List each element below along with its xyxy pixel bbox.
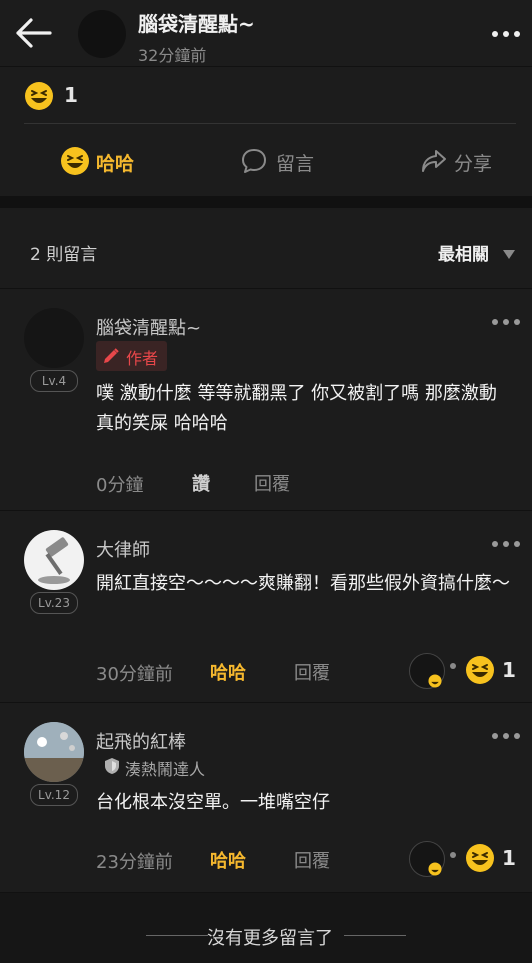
divider <box>146 935 208 936</box>
section-separator <box>0 196 532 208</box>
reply-button[interactable]: 回覆 <box>294 659 330 685</box>
laughing-emoji-icon[interactable] <box>465 655 495 685</box>
reaction-count[interactable]: 1 <box>502 658 516 682</box>
haha-button[interactable]: 哈哈 <box>210 847 246 873</box>
level-badge: Lv.12 <box>30 784 78 806</box>
laughing-emoji-icon <box>428 861 442 876</box>
comment-item <box>0 512 532 703</box>
sort-caret-icon[interactable] <box>503 245 515 259</box>
more-icon[interactable] <box>490 726 522 746</box>
comment-time: 0分鐘 <box>96 475 144 496</box>
comment-time: 30分鐘前 <box>96 664 173 685</box>
avatar[interactable] <box>24 530 84 590</box>
avatar[interactable] <box>24 722 84 782</box>
like-button[interactable]: 讚 <box>192 470 210 496</box>
more-icon[interactable] <box>490 24 522 44</box>
author-badge: 作者 <box>96 341 167 371</box>
back-arrow-icon[interactable] <box>14 16 54 50</box>
level-badge: Lv.23 <box>30 592 78 614</box>
comment-bubble-icon[interactable] <box>240 147 268 175</box>
more-icon[interactable] <box>490 534 522 554</box>
laughing-emoji-icon[interactable] <box>24 81 54 111</box>
reaction-count[interactable]: 1 <box>64 83 78 107</box>
commenter-name[interactable]: 大律師 <box>96 536 150 562</box>
shield-icon <box>104 757 120 775</box>
laughing-emoji-icon[interactable] <box>465 843 495 873</box>
share-button[interactable]: 分享 <box>454 149 492 176</box>
post-time: 32分鐘前 <box>138 46 207 65</box>
divider <box>344 935 406 936</box>
avatar[interactable] <box>24 308 84 368</box>
reply-button[interactable]: 回覆 <box>254 470 290 496</box>
haha-button[interactable]: 哈哈 <box>96 149 134 176</box>
laughing-emoji-icon <box>428 673 442 688</box>
haha-button[interactable]: 哈哈 <box>210 659 246 685</box>
comment-text: 噗 激動什麼 等等就翻黑了 你又被割了嗎 那麼激動 真的笑屎 哈哈哈 <box>96 383 497 434</box>
poster-avatar[interactable] <box>78 10 126 58</box>
separator-dot <box>450 852 456 858</box>
divider <box>24 123 516 124</box>
commenter-name[interactable]: 腦袋清醒點~ <box>96 314 201 340</box>
more-icon[interactable] <box>490 312 522 332</box>
commenter-name[interactable]: 起飛的紅棒 <box>96 728 186 754</box>
poster-name[interactable]: 腦袋清醒點~ <box>138 8 255 37</box>
comment-time: 23分鐘前 <box>96 852 173 873</box>
comment-text: 開紅直接空～～～～爽賺翻！看那些假外資搞什麼～ <box>96 573 510 594</box>
pencil-icon <box>104 348 119 363</box>
gavel-image <box>38 537 70 584</box>
share-arrow-icon[interactable] <box>420 147 448 175</box>
comment-count: 2 則留言 <box>30 245 98 265</box>
reaction-count[interactable]: 1 <box>502 846 516 870</box>
sort-dropdown[interactable]: 最相關 <box>438 240 489 265</box>
separator-dot <box>450 663 456 669</box>
user-title: 湊熱鬧達人 <box>125 760 206 779</box>
laughing-emoji-icon[interactable] <box>60 146 90 176</box>
author-label: 作者 <box>126 349 159 368</box>
level-badge: Lv.4 <box>30 370 78 392</box>
comment-button[interactable]: 留言 <box>276 149 314 176</box>
reply-button[interactable]: 回覆 <box>294 847 330 873</box>
comment-text: 台化根本沒空單。一堆嘴空仔 <box>96 792 330 813</box>
balloons-image <box>24 722 84 782</box>
end-of-comments-label: 沒有更多留言了 <box>207 928 333 949</box>
